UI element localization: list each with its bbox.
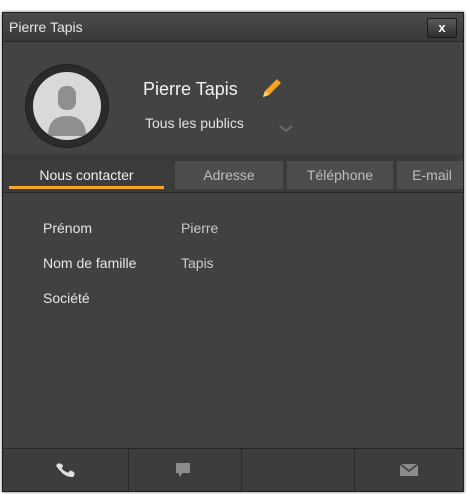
first-name-value: Pierre — [181, 220, 219, 236]
email-button[interactable] — [355, 449, 463, 491]
call-button[interactable] — [3, 449, 129, 491]
close-button[interactable]: x — [427, 18, 457, 38]
tab-nous-contacter[interactable]: Nous contacter — [9, 161, 164, 189]
contact-header: Pierre Tapis Tous les publics — [3, 42, 463, 154]
chat-button[interactable] — [129, 449, 242, 491]
audience-select[interactable]: Tous les publics — [145, 115, 244, 131]
contact-details: Prénom Pierre Nom de famille Tapis Socié… — [3, 193, 463, 448]
window-title: Pierre Tapis — [9, 19, 83, 35]
avatar[interactable] — [25, 64, 109, 148]
action-bar — [3, 448, 463, 491]
title-bar: Pierre Tapis x — [3, 13, 463, 42]
company-label: Société — [43, 290, 90, 306]
first-name-label: Prénom — [43, 220, 93, 236]
tab-adresse[interactable]: Adresse — [175, 161, 283, 189]
tab-bar: Nous contacter Adresse Téléphone E-mail — [3, 154, 463, 193]
chevron-down-icon[interactable] — [279, 120, 293, 138]
contact-name: Pierre Tapis — [143, 79, 238, 99]
contact-window: Pierre Tapis x Pierre Tapis Tous les pub… — [2, 12, 464, 492]
last-name-label: Nom de famille — [43, 255, 137, 271]
pencil-icon[interactable] — [260, 76, 284, 100]
last-name-value: Tapis — [181, 255, 214, 271]
default-person-icon — [33, 72, 101, 140]
tab-email[interactable]: E-mail — [397, 161, 463, 189]
empty-action-button[interactable] — [242, 449, 355, 491]
tab-telephone[interactable]: Téléphone — [287, 161, 393, 189]
